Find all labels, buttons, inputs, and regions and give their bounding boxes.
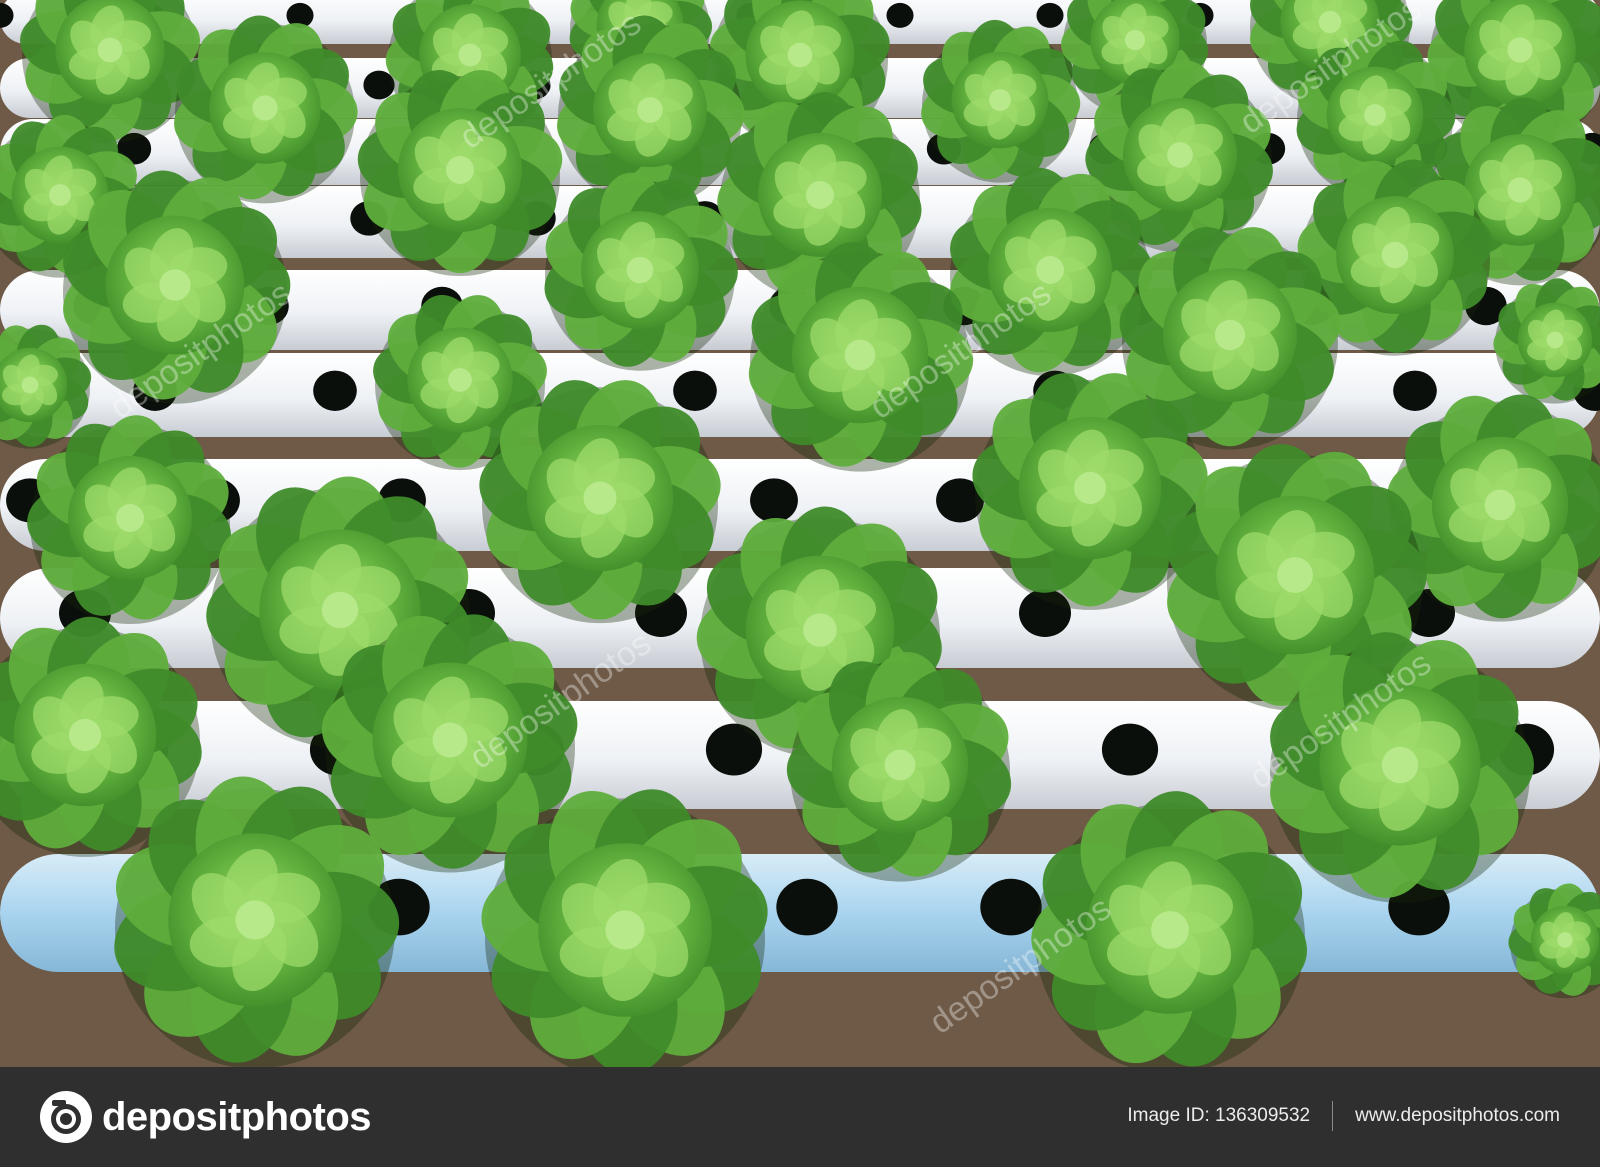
pipe-hole [886, 2, 914, 28]
footer-bar: depositphotos Image ID: 136309532 www.de… [0, 1067, 1600, 1167]
meta-divider [1332, 1101, 1334, 1131]
pipe-hole [1393, 370, 1437, 411]
pipe-hole [750, 478, 798, 523]
image-id: Image ID: 136309532 [1127, 1105, 1311, 1126]
hydroponic-scene: depositphotosdepositphotosdepositphotosd… [0, 0, 1600, 1067]
pipe-hole [1101, 723, 1159, 776]
brand-logo[interactable]: depositphotos [38, 1089, 372, 1145]
camera-icon [40, 1091, 92, 1143]
pipe-hole [1036, 2, 1064, 28]
site-link[interactable]: www.depositphotos.com [1355, 1105, 1560, 1127]
photo: depositphotos depositphotos depositphotos d… [0, 0, 1600, 1067]
image-meta: Image ID: 136309532 www.depositphotos.co… [1127, 1101, 1560, 1131]
brand-name: depositphotos [102, 1094, 372, 1139]
pipe-hole [980, 878, 1042, 936]
pipe-hole [313, 370, 357, 411]
pipe-hole [776, 878, 838, 936]
pipe-hole [673, 370, 717, 411]
